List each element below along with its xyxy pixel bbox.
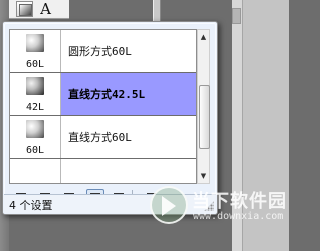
watermark: 当下软件园 www.downxia.com (150, 186, 288, 226)
preset-name: 直线方式42.5L (68, 88, 146, 101)
preset-row-3[interactable]: 60L 直线方式60L (10, 116, 196, 159)
preset-size: 42L (25, 102, 45, 113)
preset-thumb-cell: 60L (10, 116, 61, 158)
brush-tip-icon (26, 77, 44, 95)
preset-row-partial[interactable] (10, 159, 196, 183)
preset-name: 直线方式60L (68, 131, 132, 144)
preset-row-1[interactable]: 60L 圆形方式60L (10, 30, 196, 73)
scroll-down-arrow-icon[interactable]: ▼ (198, 170, 209, 182)
preset-thumb-cell: 60L (10, 30, 61, 72)
watermark-title: 当下软件园 (192, 191, 287, 212)
preset-size: 60L (25, 59, 45, 70)
watermark-url: www.downxia.com (193, 211, 284, 222)
top-toolbar: A (9, 0, 69, 19)
brush-tip-icon (26, 120, 44, 138)
scroll-up-arrow-icon[interactable]: ▲ (198, 31, 209, 43)
scrollbar-thumb[interactable] (199, 85, 210, 149)
preset-list: 60L 圆形方式60L 42L 直线方式42.5L 60L 直线方式60L (9, 29, 197, 184)
brush-swatch-icon (19, 4, 32, 16)
text-tool-button[interactable]: A (37, 1, 54, 17)
preset-count-label: 4 个设置 (9, 199, 53, 212)
preset-row-2[interactable]: 42L 直线方式42.5L (10, 73, 196, 116)
watermark-logo-icon (150, 186, 188, 224)
panel-collapse-handle[interactable] (232, 8, 241, 24)
preset-thumb-cell: 42L (10, 73, 61, 115)
preset-name: 圆形方式60L (68, 45, 132, 58)
brush-tip-icon (26, 34, 44, 52)
vertical-scrollbar[interactable]: ▲ ▼ (197, 29, 210, 184)
preset-size: 60L (25, 145, 45, 156)
preset-thumb-cell (10, 159, 61, 183)
brush-swatch-button[interactable] (16, 1, 33, 17)
